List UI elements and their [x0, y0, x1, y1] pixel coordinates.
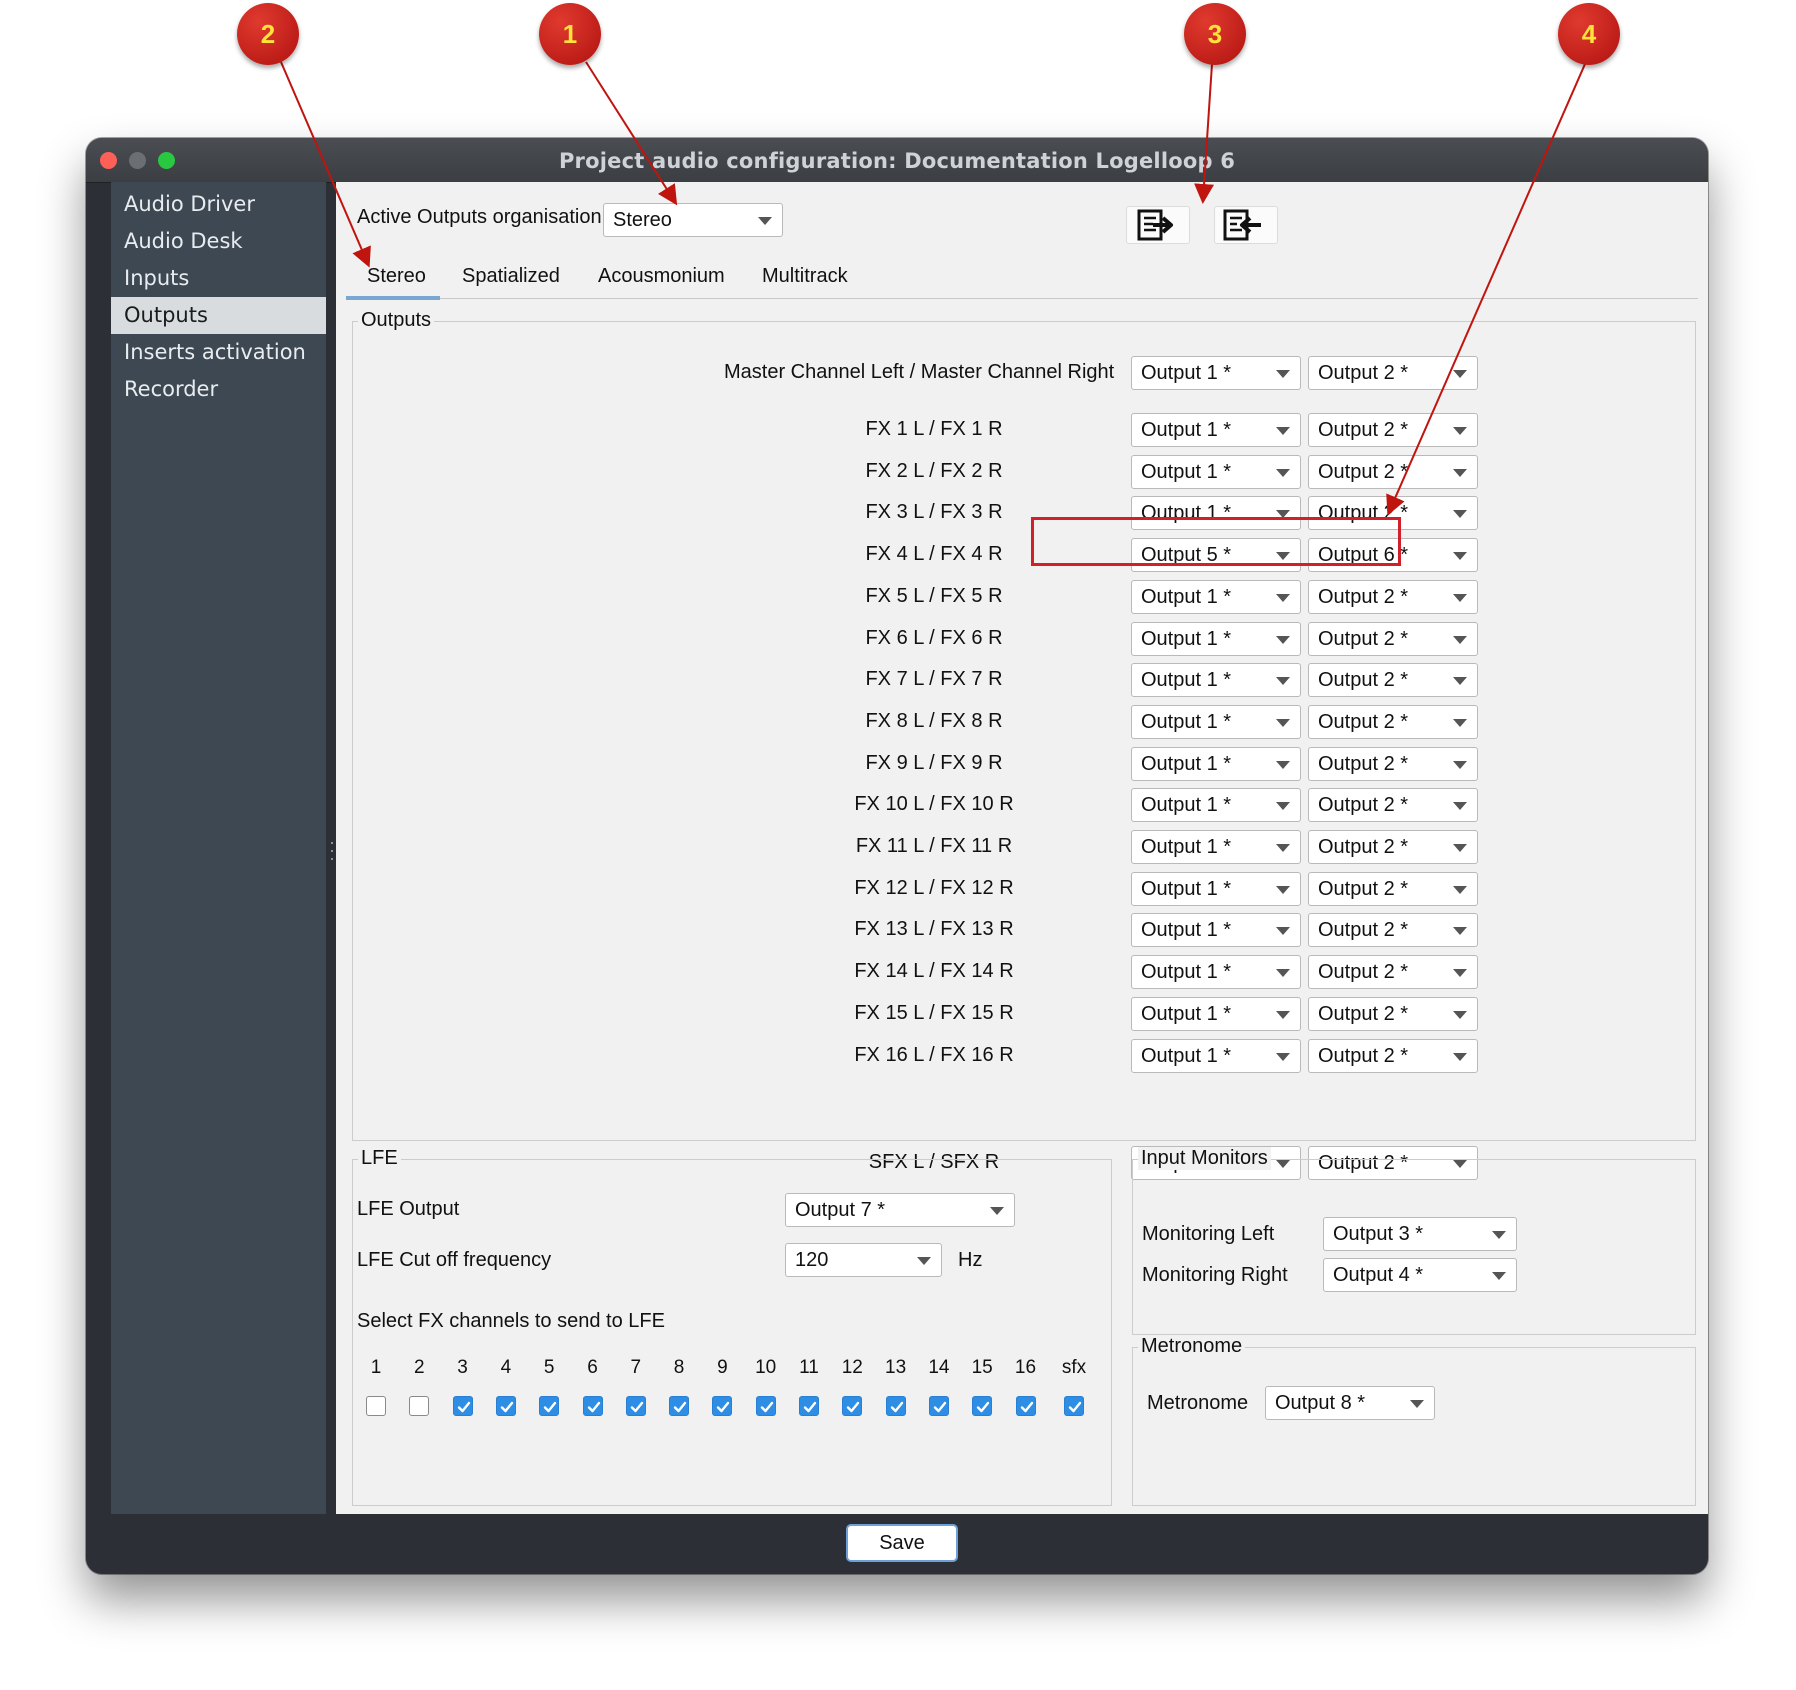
annotation-arrows: [280, 61, 1586, 516]
annotation-badge-2: 2: [237, 3, 299, 65]
annotation-badge-4: 4: [1558, 3, 1620, 65]
annotation-badge-3: 3: [1184, 3, 1246, 65]
annotation-badge-1: 1: [539, 3, 601, 65]
